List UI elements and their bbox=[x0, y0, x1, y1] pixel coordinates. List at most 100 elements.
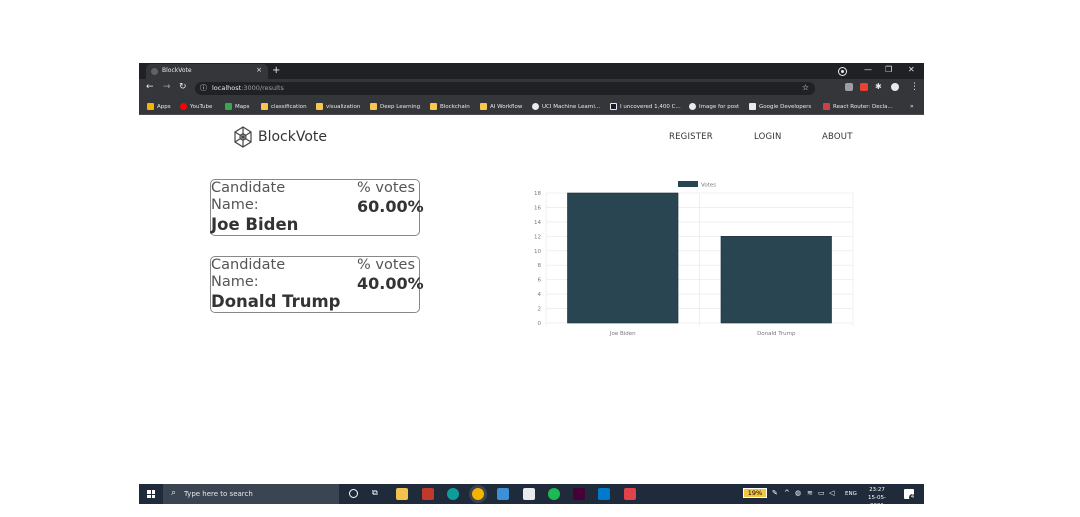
network-icon[interactable]: ◍ bbox=[795, 489, 801, 497]
site-info-icon[interactable]: ⓘ bbox=[200, 83, 207, 93]
votes-label: % votes bbox=[357, 180, 415, 196]
mail-icon[interactable] bbox=[497, 488, 509, 500]
forward-arrow-icon[interactable]: → bbox=[163, 82, 171, 92]
bookmarks-bar: Apps YouTube Maps classification visuali… bbox=[139, 98, 924, 115]
folder-icon bbox=[316, 103, 323, 110]
bookmark-item[interactable]: Google Developers bbox=[749, 102, 811, 111]
folder-icon bbox=[430, 103, 437, 110]
browser-tab-bar: BlockVote × + — ❐ ✕ bbox=[139, 63, 924, 79]
bookmarks-overflow-icon[interactable]: » bbox=[910, 102, 914, 111]
reload-icon[interactable]: ↻ bbox=[179, 82, 187, 92]
task-view-icon[interactable]: ⧉ bbox=[372, 488, 378, 498]
notification-count: 4 bbox=[909, 494, 916, 501]
maximize-button[interactable]: ❐ bbox=[885, 65, 892, 74]
browser-toolbar: ← → ↻ ⓘ localhost:3000/results ☆ ✱ ⋮ bbox=[139, 79, 924, 98]
battery-indicator[interactable]: 19% bbox=[743, 488, 767, 498]
y-tick-label: 2 bbox=[538, 307, 542, 313]
bookmark-label: I uncovered 1,400 C... bbox=[620, 103, 681, 110]
candidate-name: Joe Biden bbox=[211, 215, 299, 234]
store-icon[interactable] bbox=[523, 488, 535, 500]
bookmark-item[interactable]: Maps bbox=[225, 102, 249, 111]
logo[interactable]: BlockVote bbox=[231, 125, 327, 149]
edge-icon[interactable] bbox=[447, 488, 459, 500]
votes-label: % votes bbox=[357, 257, 415, 273]
bookmark-item[interactable]: Deep Learning bbox=[370, 102, 420, 111]
bookmark-label: YouTube bbox=[190, 103, 213, 110]
tab-close-icon[interactable]: × bbox=[256, 66, 262, 74]
bookmark-item[interactable]: YouTube bbox=[180, 102, 212, 111]
pocket-icon[interactable] bbox=[624, 488, 636, 500]
bookmark-label: Image for post bbox=[699, 103, 740, 110]
back-arrow-icon[interactable]: ← bbox=[146, 82, 154, 92]
menu-kebab-icon[interactable]: ⋮ bbox=[910, 82, 919, 92]
globe-icon bbox=[689, 103, 696, 110]
extension-icon[interactable] bbox=[845, 83, 853, 91]
profile-avatar-icon[interactable] bbox=[891, 83, 899, 91]
taskbar-search[interactable]: ⌕ Type here to search bbox=[163, 484, 339, 504]
chrome-icon[interactable] bbox=[472, 488, 484, 500]
votes-bar-chart: 0 2 4 6 8 10 12 14 16 18 Joe Biden Donald Trump Vote… bbox=[534, 181, 854, 337]
cortana-icon[interactable] bbox=[349, 489, 358, 498]
bookmark-item[interactable]: classification bbox=[261, 102, 307, 111]
extensions-puzzle-icon[interactable]: ✱ bbox=[875, 82, 882, 91]
spotify-icon[interactable] bbox=[548, 488, 560, 500]
y-tick-label: 14 bbox=[534, 220, 541, 226]
globe-icon bbox=[532, 103, 539, 110]
x-tick-label: Joe Biden bbox=[609, 331, 636, 337]
bookmark-label: Deep Learning bbox=[380, 103, 421, 110]
clock[interactable]: 23:27 15-05-2021 bbox=[862, 486, 892, 504]
bookmark-item[interactable]: UCI Machine Learni... bbox=[532, 102, 600, 111]
y-tick-label: 4 bbox=[538, 292, 542, 298]
windows-start-icon[interactable] bbox=[147, 490, 155, 498]
bookmark-item[interactable]: Apps bbox=[147, 102, 171, 111]
pen-icon[interactable]: ✎ bbox=[772, 489, 778, 497]
nav-register-link[interactable]: REGISTER bbox=[669, 132, 713, 142]
vote-percentage: 60.00% bbox=[357, 197, 424, 216]
mcafee-icon[interactable] bbox=[422, 488, 434, 500]
google-developers-icon bbox=[749, 103, 756, 110]
extension-icon[interactable] bbox=[860, 83, 868, 91]
new-tab-button[interactable]: + bbox=[272, 64, 280, 78]
x-tick-label: Donald Trump bbox=[757, 331, 796, 337]
show-hidden-icons-chevron-icon[interactable]: ^ bbox=[784, 489, 790, 497]
apps-grid-icon bbox=[147, 103, 154, 110]
folder-icon bbox=[370, 103, 377, 110]
volume-icon[interactable]: ◁ bbox=[829, 489, 834, 497]
y-tick-label: 10 bbox=[534, 249, 541, 255]
bookmark-item[interactable]: Blockchain bbox=[430, 102, 470, 111]
wifi-icon[interactable]: ≋ bbox=[807, 489, 813, 497]
minimize-button[interactable]: — bbox=[864, 65, 872, 74]
language-indicator[interactable]: ENG bbox=[845, 491, 857, 497]
result-card: Candidate Name: Donald Trump % votes 40.… bbox=[210, 256, 424, 313]
file-explorer-icon[interactable] bbox=[396, 488, 408, 500]
search-placeholder: Type here to search bbox=[184, 490, 253, 498]
y-tick-label: 12 bbox=[534, 234, 541, 240]
bookmark-item[interactable]: I uncovered 1,400 C... bbox=[610, 102, 681, 111]
bookmark-item[interactable]: visualization bbox=[316, 102, 360, 111]
bookmark-label: Apps bbox=[157, 103, 171, 110]
y-tick-label: 16 bbox=[534, 205, 541, 211]
legend-label: Votes bbox=[701, 183, 716, 189]
legend-swatch bbox=[678, 181, 698, 187]
address-bar[interactable]: ⓘ localhost:3000/results ☆ bbox=[195, 82, 815, 95]
bookmark-item[interactable]: Image for post bbox=[689, 102, 739, 111]
browser-tab[interactable]: BlockVote × bbox=[146, 64, 268, 79]
vscode-icon[interactable] bbox=[598, 488, 610, 500]
bookmark-item[interactable]: React Router: Decla... bbox=[823, 102, 893, 111]
close-window-button[interactable]: ✕ bbox=[908, 65, 915, 74]
nav-login-link[interactable]: LOGIN bbox=[754, 132, 782, 142]
bookmark-label: AI Workflow bbox=[490, 103, 523, 110]
bookmark-label: UCI Machine Learni... bbox=[542, 103, 601, 110]
nav-about-link[interactable]: ABOUT bbox=[822, 132, 853, 142]
youtube-icon bbox=[180, 103, 187, 110]
search-icon: ⌕ bbox=[171, 488, 177, 498]
profile-icon[interactable] bbox=[839, 68, 846, 75]
notification-icon[interactable]: 4 bbox=[904, 489, 916, 501]
battery-tray-icon[interactable]: ▭ bbox=[818, 489, 825, 497]
tab-favicon-icon bbox=[151, 68, 158, 75]
adobe-xd-icon[interactable] bbox=[573, 488, 585, 500]
blockvote-logo-icon bbox=[234, 126, 252, 148]
bookmark-item[interactable]: AI Workflow bbox=[480, 102, 522, 111]
url-host: localhost bbox=[212, 84, 242, 92]
bookmark-star-icon[interactable]: ☆ bbox=[802, 83, 809, 92]
